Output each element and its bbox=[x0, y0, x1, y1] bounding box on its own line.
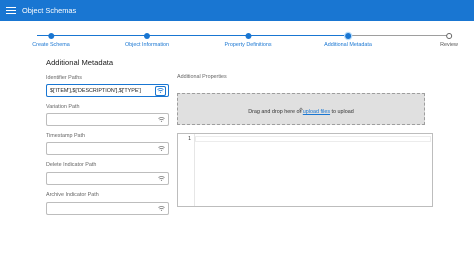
variable-picker-icon[interactable] bbox=[156, 204, 166, 213]
step-review[interactable]: Review bbox=[440, 30, 458, 48]
timestamp-path-field[interactable] bbox=[46, 142, 169, 155]
step-complete-dot bbox=[244, 32, 251, 39]
variation-path-label: Variation Path bbox=[46, 104, 80, 110]
json-editor[interactable]: 1 bbox=[177, 133, 433, 207]
step-create-schema[interactable]: Create Schema bbox=[32, 30, 70, 48]
section-title: Additional Metadata bbox=[46, 58, 114, 67]
additional-properties-label: Additional Properties bbox=[177, 74, 227, 80]
archive-indicator-path-label: Archive Indicator Path bbox=[46, 192, 99, 198]
archive-indicator-path-field[interactable] bbox=[46, 202, 169, 215]
upload-files-link[interactable]: upload files bbox=[303, 109, 330, 115]
variable-picker-icon[interactable] bbox=[155, 85, 166, 96]
step-property-definitions[interactable]: Property Definitions bbox=[224, 30, 272, 48]
step-pending-dot bbox=[446, 32, 452, 39]
delete-indicator-path-label: Delete Indicator Path bbox=[46, 162, 97, 168]
file-dropzone[interactable]: Drag and drop here or upload files to up… bbox=[177, 93, 425, 125]
app-bar: Object Schemas bbox=[0, 0, 474, 21]
upload-icon bbox=[298, 100, 304, 113]
stepper: Create Schema Object Information Propert… bbox=[0, 30, 474, 52]
step-label: Property Definitions bbox=[224, 41, 272, 48]
step-object-information[interactable]: Object Information bbox=[125, 30, 169, 48]
step-complete-dot bbox=[47, 32, 54, 39]
step-complete-dot bbox=[143, 32, 150, 39]
delete-indicator-path-field[interactable] bbox=[46, 172, 169, 185]
variable-picker-icon[interactable] bbox=[156, 144, 166, 153]
menu-icon[interactable] bbox=[6, 6, 16, 15]
stepper-progress-line bbox=[37, 35, 351, 37]
variable-picker-icon[interactable] bbox=[156, 174, 166, 183]
timestamp-path-label: Timestamp Path bbox=[46, 133, 86, 139]
step-active-dot bbox=[345, 32, 351, 39]
dropzone-text: Drag and drop here or upload files to up… bbox=[248, 109, 354, 115]
step-label: Object Information bbox=[124, 41, 170, 48]
app-title: Object Schemas bbox=[22, 6, 77, 15]
step-label: Additional Metadata bbox=[324, 41, 372, 48]
variable-picker-icon[interactable] bbox=[156, 115, 166, 124]
identifier-paths-label: Identifier Paths bbox=[46, 75, 82, 81]
step-label: Review bbox=[440, 41, 458, 48]
editor-gutter bbox=[178, 134, 195, 206]
variation-path-field[interactable] bbox=[46, 113, 169, 126]
identifier-paths-field[interactable]: $['ITEM'],$['DESCRIPTION'],$['TYPE'] bbox=[46, 84, 169, 97]
step-additional-metadata[interactable]: Additional Metadata bbox=[324, 30, 372, 48]
step-label: Create Schema bbox=[32, 41, 70, 48]
editor-current-line[interactable] bbox=[195, 136, 431, 142]
identifier-paths-value: $['ITEM'],$['DESCRIPTION'],$['TYPE'] bbox=[50, 87, 141, 94]
line-number: 1 bbox=[188, 136, 192, 142]
